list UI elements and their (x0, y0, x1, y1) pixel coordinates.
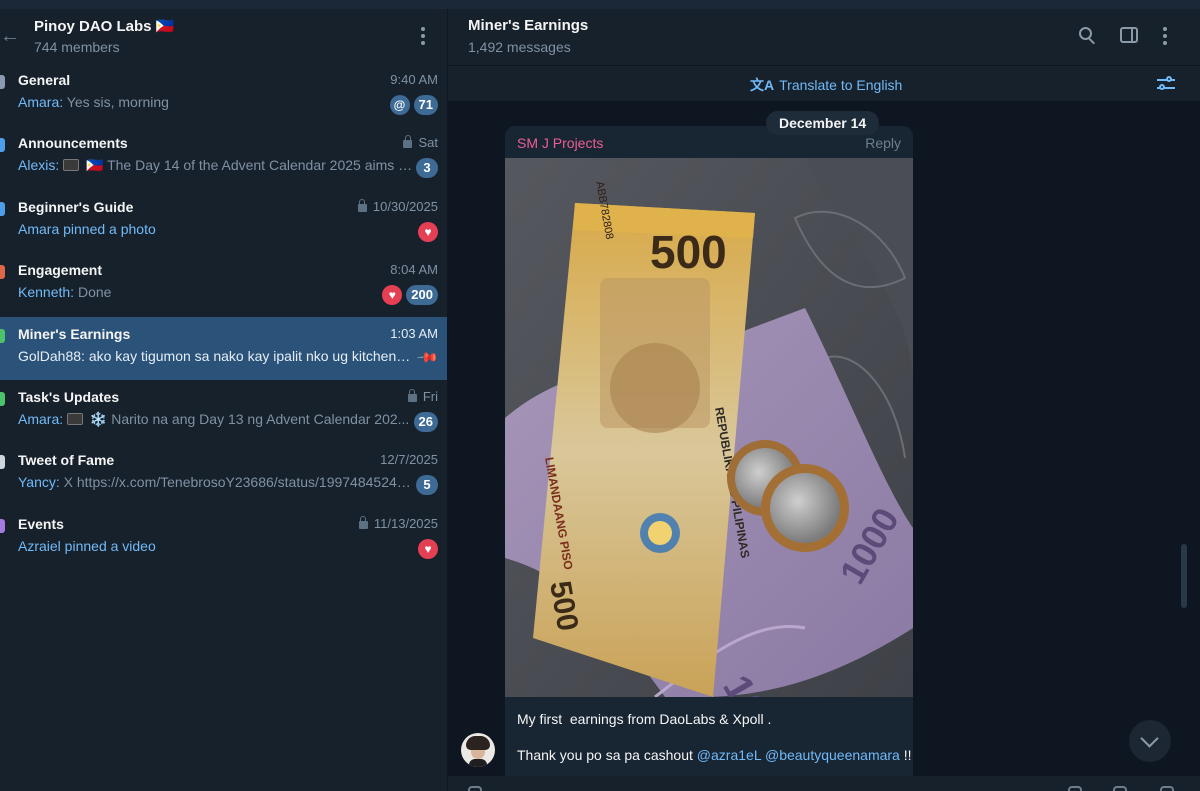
topic-time: Fri (407, 388, 438, 404)
group-member-count: 744 members (34, 39, 120, 55)
translate-icon: 文A (750, 77, 775, 93)
topic-icon (0, 201, 5, 216)
chat-panel: Miner's Earnings 1,492 messages 文A Trans… (448, 9, 1200, 791)
chat-message-count: 1,492 messages (468, 39, 571, 55)
mention-badge[interactable]: @ (389, 95, 410, 115)
topic-events[interactable]: Events 11/13/2025 Azraiel pinned a video… (0, 507, 447, 570)
message-composer[interactable] (448, 776, 1200, 791)
avatar[interactable] (461, 733, 495, 767)
lock-icon (407, 388, 417, 402)
reply-button[interactable]: Reply (865, 135, 901, 151)
topic-icon (0, 75, 5, 89)
topic-name: General (18, 72, 71, 88)
topic-name: Task's Updates (18, 388, 120, 405)
topic-preview: Amara: ❄️ Narito na ang Day 13 ng Advent… (18, 410, 410, 427)
chat-menu-icon[interactable] (1158, 25, 1172, 49)
back-arrow-icon[interactable]: ← (0, 25, 20, 49)
chat-scrollbar[interactable] (1181, 544, 1187, 608)
telegram-window: ← Pinoy DAO Labs 🇵🇭 744 members General … (0, 0, 1200, 791)
topic-name: Miner's Earnings (18, 325, 131, 342)
lock-icon (358, 515, 368, 529)
date-separator: December 14 (766, 111, 880, 135)
topic-icon (0, 138, 5, 153)
chat-header: Miner's Earnings 1,492 messages (448, 9, 1200, 65)
topic-preview: Amara pinned a photo (18, 220, 156, 237)
topic-engagement[interactable]: Engagement 8:04 AM Kenneth: Done ♥ 200 (0, 253, 447, 316)
topic-general[interactable]: General 9:40 AM Amara: Yes sis, morning … (0, 63, 447, 126)
unread-badge: 5 (416, 475, 438, 496)
topic-time: 8:04 AM (390, 262, 438, 278)
scroll-down-icon[interactable] (1129, 720, 1171, 762)
window-top-strip (0, 0, 1200, 9)
search-icon[interactable] (1079, 27, 1097, 45)
mention-link[interactable]: @beautyqueenamara (765, 747, 900, 763)
heart-reaction-icon[interactable]: ♥ (418, 538, 438, 559)
topic-icon (0, 391, 5, 406)
topic-name: Tweet of Fame (18, 452, 115, 469)
topic-preview: Yancy: X https://x.com/TenebrosoY23686/s… (18, 474, 413, 491)
topic-miners-earnings[interactable]: Miner's Earnings 1:03 AM GolDah88: ako k… (0, 316, 447, 380)
topic-badges: 26 (413, 411, 438, 432)
lock-icon (403, 135, 413, 149)
unread-badge: 26 (413, 411, 438, 432)
topic-beginners-guide[interactable]: Beginner's Guide 10/30/2025 Amara pinned… (0, 190, 447, 253)
translate-bar: 文A Translate to English (448, 65, 1200, 101)
calendar-emoji-icon (63, 159, 80, 172)
lock-icon (357, 198, 367, 212)
topic-time: 1:03 AM (390, 325, 438, 341)
topic-name: Engagement (18, 262, 103, 279)
topic-preview: Alexis: 🇵🇭 The Day 14 of the Advent Cale… (18, 157, 413, 174)
message-author[interactable]: SM J Projects (517, 135, 603, 151)
topic-icon (0, 328, 5, 343)
unread-badge: 200 (406, 285, 438, 306)
topic-name: Announcements (18, 135, 128, 152)
topic-name: Events (18, 515, 64, 532)
topic-preview: Azraiel pinned a video (18, 537, 156, 554)
topics-sidebar: ← Pinoy DAO Labs 🇵🇭 744 members General … (0, 9, 448, 791)
topic-icon (0, 455, 5, 470)
group-menu-icon[interactable] (416, 25, 430, 49)
translate-label: Translate to English (779, 77, 903, 93)
topic-preview: Kenneth: Done (18, 284, 112, 301)
topic-tasks-updates[interactable]: Task's Updates Fri Amara: ❄️ Narito na a… (0, 380, 447, 443)
banknote-photo: 1000 1000 500 REPUBLIKA NG PILIPINAS LIM… (505, 158, 913, 697)
banknote-value: 500 (650, 226, 727, 278)
topic-time: 9:40 AM (390, 72, 438, 87)
topic-list: General 9:40 AM Amara: Yes sis, morning … (0, 63, 447, 570)
heart-reaction-icon[interactable]: ♥ (382, 285, 403, 306)
topic-tweet-of-fame[interactable]: Tweet of Fame 12/7/2025 Yancy: X https:/… (0, 443, 447, 506)
topic-badges: @ 71 (389, 95, 438, 115)
topic-name: Beginner's Guide (18, 198, 134, 215)
heart-reaction-icon[interactable]: ♥ (418, 221, 438, 242)
topic-time: Sat (403, 135, 438, 150)
topic-time: 12/7/2025 (380, 452, 438, 468)
topic-badges: 3 (416, 158, 438, 179)
topic-preview: GolDah88: ako kay tigumon sa nako kay ip… (18, 347, 413, 364)
topic-preview: Amara: Yes sis, morning (18, 94, 169, 110)
message-bubble[interactable]: SM J Projects Reply 1000 500 REPUBLIKA P… (505, 126, 913, 791)
unread-badge: 3 (416, 158, 438, 179)
mention-link[interactable]: @azra1eL (697, 747, 761, 763)
topic-badges: ♥ (418, 221, 438, 242)
topic-badges: ♥ (418, 538, 438, 559)
group-title[interactable]: Pinoy DAO Labs 🇵🇭 (34, 17, 174, 35)
message-photo[interactable]: 1000 1000 500 REPUBLIKA NG PILIPINAS LIM… (505, 158, 913, 697)
topic-icon (0, 265, 5, 280)
topic-time: 11/13/2025 (358, 515, 438, 531)
topic-announcements[interactable]: Announcements Sat Alexis: 🇵🇭 The Day 14 … (0, 126, 447, 189)
calendar-emoji-icon (67, 412, 84, 425)
topic-badges: ♥ 200 (382, 285, 438, 306)
side-panel-icon[interactable] (1120, 27, 1138, 43)
topic-time: 10/30/2025 (357, 198, 438, 214)
chat-title[interactable]: Miner's Earnings (468, 17, 588, 34)
message-text-line2: Thank you po sa pa cashout @azra1eL @bea… (517, 747, 912, 763)
translate-button[interactable]: 文A Translate to English (750, 75, 902, 95)
group-header: ← Pinoy DAO Labs 🇵🇭 744 members (0, 9, 447, 65)
translate-settings-icon[interactable] (1157, 76, 1175, 92)
topic-icon (0, 518, 5, 533)
topic-badges: 5 (416, 475, 438, 496)
message-text-line1: My first earnings from DaoLabs & Xpoll . (517, 711, 772, 727)
pin-icon: 📌 (415, 344, 440, 369)
unread-badge: 71 (413, 95, 438, 115)
